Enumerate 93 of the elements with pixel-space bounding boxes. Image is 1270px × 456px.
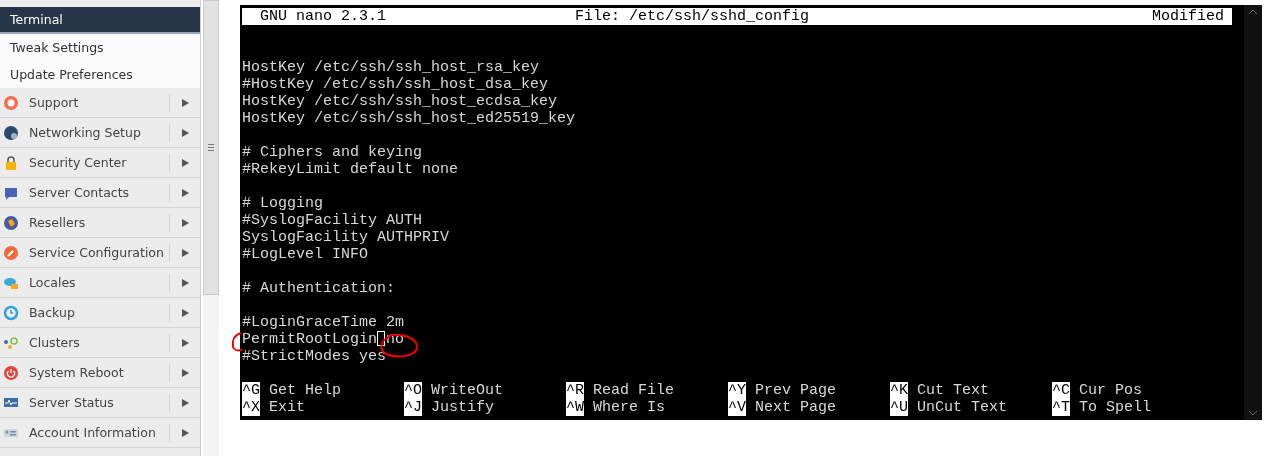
config-line: # Logging [242,195,323,212]
shortcut-key: ^K [890,382,908,399]
category-label: Resellers [28,215,87,230]
shortcut-label: Where Is [593,399,665,416]
caret-icon[interactable] [181,158,189,167]
shortcut-key: ^U [890,399,908,416]
category-label: Support [28,95,80,110]
shortcut-label: Justify [431,399,494,416]
caret-icon[interactable] [181,398,189,407]
caret-icon[interactable] [181,128,189,137]
caret-icon[interactable] [181,278,189,287]
config-line: HostKey /etc/ssh/ssh_host_ed25519_key [242,110,576,127]
category-label: Server Contacts [28,185,131,200]
category-icon [3,304,19,321]
shortcut-key: ^Y [728,382,746,399]
shortcut-label: To Spell [1079,399,1151,416]
category-icon [3,244,19,261]
category-label: Networking Setup [28,125,142,140]
sidebar-category[interactable]: Account Information [0,418,200,448]
caret-icon[interactable] [181,218,189,227]
sidebar-category[interactable]: System Reboot [0,358,200,388]
category-label: Security Center [28,155,128,170]
sidebar-category[interactable]: Resellers [0,208,200,238]
modified-status: Modified [1152,8,1224,25]
config-line: #StrictModes yes [242,348,387,365]
caret-icon[interactable] [181,98,189,107]
caret-icon[interactable] [181,428,189,437]
grip-icon [208,144,214,151]
category-label: Clusters [28,335,81,350]
category-icon [3,364,19,381]
config-line: SyslogFacility AUTHPRIV [242,229,450,246]
shortcut-label: Cut Text [917,382,989,399]
category-icon [3,214,19,231]
sidebar-subitem[interactable]: Update Preferences [0,61,200,88]
category-icon [3,94,19,111]
config-line: #SyslogFacility AUTH [242,212,423,229]
config-line: HostKey /etc/ssh/ssh_host_rsa_key [242,59,540,76]
shortcut-key: ^O [404,382,422,399]
shortcut-key: ^V [728,399,746,416]
category-label: Server Status [28,395,115,410]
category-label: Account Information [28,425,157,440]
config-line: # Authentication: [242,280,396,297]
category-label: Locales [28,275,77,290]
file-name: File: /etc/ssh/sshd_config [575,8,810,25]
category-label: Service Configuration [28,245,165,260]
shortcut-key: ^J [404,399,422,416]
sidebar-category[interactable]: Server Contacts [0,178,200,208]
shortcut-label: Get Help [269,382,341,399]
program-version: GNU nano 2.3.1 [260,8,388,25]
sidebar-category[interactable]: Backup [0,298,200,328]
annotation-arc [231,331,243,353]
sidebar-category[interactable]: Networking Setup [0,118,200,148]
config-line: PermitRootLogin [242,331,378,348]
sidebar-category[interactable]: Service Configuration [0,238,200,268]
sidebar-category[interactable]: Support [0,88,200,118]
scrollbar-thumb[interactable] [203,0,219,295]
category-icon [3,154,19,171]
shortcut-key: ^T [1052,399,1070,416]
shortcut-label: UnCut Text [917,399,1007,416]
shortcut-label: Exit [269,399,305,416]
sidebar-subitem[interactable]: Terminal [0,7,200,34]
shortcut-key: ^W [566,399,584,416]
category-label: Backup [28,305,76,320]
sidebar-subitem[interactable]: Tweak Settings [0,34,200,61]
config-line: # Ciphers and keying [242,144,423,161]
shortcut-label: Read File [593,382,674,399]
shortcut-key: ^G [242,382,260,399]
category-icon [3,334,19,351]
scroll-up-icon[interactable] [1248,9,1258,15]
config-line: #LogLevel INFO [242,246,369,263]
category-icon [3,124,19,141]
sidebar-category[interactable]: Security Center [0,148,200,178]
caret-icon[interactable] [181,308,189,317]
config-line: #LoginGraceTime 2m [242,314,405,331]
sidebar-category[interactable]: Server Status [0,388,200,418]
shortcut-label: Next Page [755,399,836,416]
caret-icon[interactable] [181,368,189,377]
caret-icon[interactable] [181,248,189,257]
shortcut-label: WriteOut [431,382,503,399]
category-label: System Reboot [28,365,125,380]
shortcut-label: Prev Page [755,382,836,399]
sidebar-category[interactable]: Clusters [0,328,200,358]
caret-icon[interactable] [181,188,189,197]
shortcut-label: Cur Pos [1079,382,1142,399]
sidebar-category[interactable]: Locales [0,268,200,298]
config-line: #RekeyLimit default none [242,161,459,178]
caret-icon[interactable] [181,338,189,347]
config-line: HostKey /etc/ssh/ssh_host_ecdsa_key [242,93,558,110]
scroll-down-icon[interactable] [1248,410,1258,416]
shortcut-key: ^X [242,399,260,416]
config-line: #HostKey /etc/ssh/ssh_host_dsa_key [242,76,549,93]
shortcut-key: ^R [566,382,584,399]
shortcut-key: ^C [1052,382,1070,399]
